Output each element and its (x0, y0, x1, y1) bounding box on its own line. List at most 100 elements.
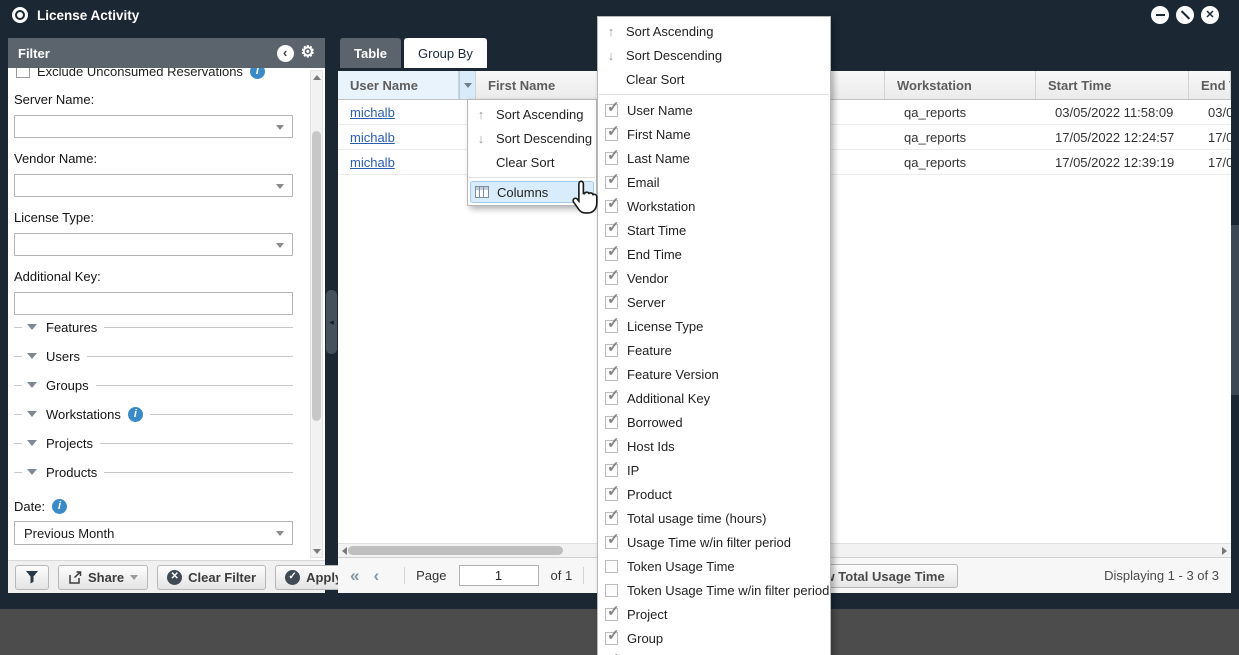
column-checkbox-item[interactable]: Additional Key (598, 386, 830, 410)
filter-section-expander[interactable]: Users i (14, 347, 293, 365)
scroll-right-arrow[interactable] (1222, 547, 1227, 555)
filter-section-expander[interactable]: Products i (14, 463, 293, 481)
share-button[interactable]: Share (58, 565, 148, 590)
column-checkbox-item[interactable]: User Name (598, 98, 830, 122)
column-checkbox-item[interactable]: Token Usage Time (598, 554, 830, 578)
filter-funnel-button[interactable] (15, 565, 49, 590)
checkbox-icon[interactable] (605, 152, 618, 165)
date-range-select[interactable]: Previous Month (14, 521, 293, 545)
checkbox-icon[interactable] (605, 560, 618, 573)
column-checkbox-item[interactable]: Group (598, 626, 830, 650)
scrollbar-thumb[interactable] (348, 546, 563, 555)
column-checkbox-item[interactable]: End Time (598, 242, 830, 266)
column-checkbox-item[interactable]: Feature (598, 338, 830, 362)
checkbox-icon[interactable] (605, 296, 618, 309)
column-header-end-time[interactable]: End Time (1189, 71, 1231, 99)
column-checkbox-item[interactable] (598, 650, 830, 655)
user-name-link[interactable]: michalb (350, 105, 395, 120)
section-divider (14, 356, 22, 357)
exclude-unconsumed-checkbox[interactable] (16, 68, 30, 78)
filter-section-expander[interactable]: Features i (14, 318, 293, 336)
column-checkbox-item[interactable]: Usage Time w/in filter period (598, 530, 830, 554)
checkbox-icon[interactable] (605, 104, 618, 117)
column-checkbox-item[interactable]: Server (598, 290, 830, 314)
checkbox-icon[interactable] (605, 368, 618, 381)
info-icon[interactable]: i (128, 407, 143, 422)
restore-button[interactable] (1176, 6, 1194, 24)
column-header-workstation[interactable]: Workstation (885, 71, 1036, 99)
checkbox-icon[interactable] (605, 464, 618, 477)
license-type-select[interactable] (14, 233, 293, 256)
filter-section-expander[interactable]: Groups i (14, 376, 293, 394)
column-checkbox-item[interactable]: Total usage time (hours) (598, 506, 830, 530)
column-checkbox-item[interactable]: Project (598, 602, 830, 626)
column-checkbox-item[interactable]: License Type (598, 314, 830, 338)
column-header-start-time[interactable]: Start Time (1036, 71, 1189, 99)
checkbox-icon[interactable] (605, 272, 618, 285)
collapse-panel-button[interactable]: ‹ (277, 45, 294, 62)
close-button[interactable]: ✕ (1201, 6, 1219, 24)
menu-item-clear-sort[interactable]: Clear Sort (598, 67, 830, 91)
vendor-name-select[interactable] (14, 174, 293, 197)
menu-item-sort-descending[interactable]: ↓ Sort Descending (468, 126, 596, 150)
checkbox-icon[interactable] (605, 224, 618, 237)
column-checkbox-item[interactable]: Vendor (598, 266, 830, 290)
menu-item-sort-ascending[interactable]: ↑ Sort Ascending (468, 102, 596, 126)
minimize-button[interactable] (1151, 6, 1169, 24)
column-checkbox-item[interactable]: Product (598, 482, 830, 506)
column-checkbox-item[interactable]: Feature Version (598, 362, 830, 386)
checkbox-icon[interactable] (605, 536, 618, 549)
checkbox-icon[interactable] (605, 608, 618, 621)
additional-key-input[interactable] (14, 292, 293, 315)
column-checkbox-item[interactable]: Start Time (598, 218, 830, 242)
info-icon[interactable]: i (250, 68, 265, 79)
filter-scrollbar[interactable] (310, 70, 323, 558)
filter-section-expander[interactable]: Projects i (14, 434, 293, 452)
checkbox-icon[interactable] (605, 488, 618, 501)
column-checkbox-item[interactable]: Host Ids (598, 434, 830, 458)
menu-item-sort-ascending[interactable]: ↑ Sort Ascending (598, 19, 830, 43)
user-name-link[interactable]: michalb (350, 155, 395, 170)
checkbox-icon[interactable] (605, 344, 618, 357)
filter-section-expander[interactable]: Workstations i (14, 405, 293, 423)
menu-item-sort-descending[interactable]: ↓ Sort Descending (598, 43, 830, 67)
checkbox-icon[interactable] (605, 176, 618, 189)
first-page-button[interactable]: « (350, 567, 359, 584)
column-checkbox-item[interactable]: Last Name (598, 146, 830, 170)
scroll-down-arrow[interactable] (311, 545, 322, 557)
panel-splitter[interactable]: ◂ (325, 38, 338, 593)
column-header-user-name[interactable]: User Name (338, 71, 459, 99)
splitter-collapse-handle[interactable]: ◂ (326, 290, 337, 354)
checkbox-icon[interactable] (605, 512, 618, 525)
menu-item-clear-sort[interactable]: Clear Sort (468, 150, 596, 174)
previous-page-button[interactable]: ‹ (373, 567, 379, 584)
column-checkbox-item[interactable]: IP (598, 458, 830, 482)
column-checkbox-item[interactable]: First Name (598, 122, 830, 146)
user-name-link[interactable]: michalb (350, 130, 395, 145)
checkbox-icon[interactable] (605, 128, 618, 141)
checkbox-icon[interactable] (605, 320, 618, 333)
info-icon[interactable]: i (52, 499, 67, 514)
page-number-input[interactable] (459, 565, 539, 586)
clear-filter-button[interactable]: ✕ Clear Filter (157, 565, 266, 590)
settings-gear-icon[interactable]: ⚙ (301, 45, 315, 61)
tab-group-by[interactable]: Group By (404, 38, 487, 68)
server-name-select[interactable] (14, 115, 293, 138)
checkbox-icon[interactable] (605, 584, 618, 597)
scroll-left-arrow[interactable] (342, 547, 347, 555)
column-checkbox-item[interactable]: Borrowed (598, 410, 830, 434)
checkbox-icon[interactable] (605, 440, 618, 453)
column-checkbox-item[interactable]: Workstation (598, 194, 830, 218)
checkbox-icon[interactable] (605, 632, 618, 645)
column-checkbox-label: Vendor (627, 271, 668, 286)
column-checkbox-item[interactable]: Email (598, 170, 830, 194)
scrollbar-thumb[interactable] (312, 131, 321, 421)
checkbox-icon[interactable] (605, 416, 618, 429)
scroll-up-arrow[interactable] (311, 71, 322, 83)
checkbox-icon[interactable] (605, 248, 618, 261)
checkbox-icon[interactable] (605, 392, 618, 405)
tab-table[interactable]: Table (340, 38, 401, 68)
column-menu-trigger[interactable] (459, 71, 476, 99)
checkbox-icon[interactable] (605, 200, 618, 213)
column-checkbox-item[interactable]: Token Usage Time w/in filter period (598, 578, 830, 602)
